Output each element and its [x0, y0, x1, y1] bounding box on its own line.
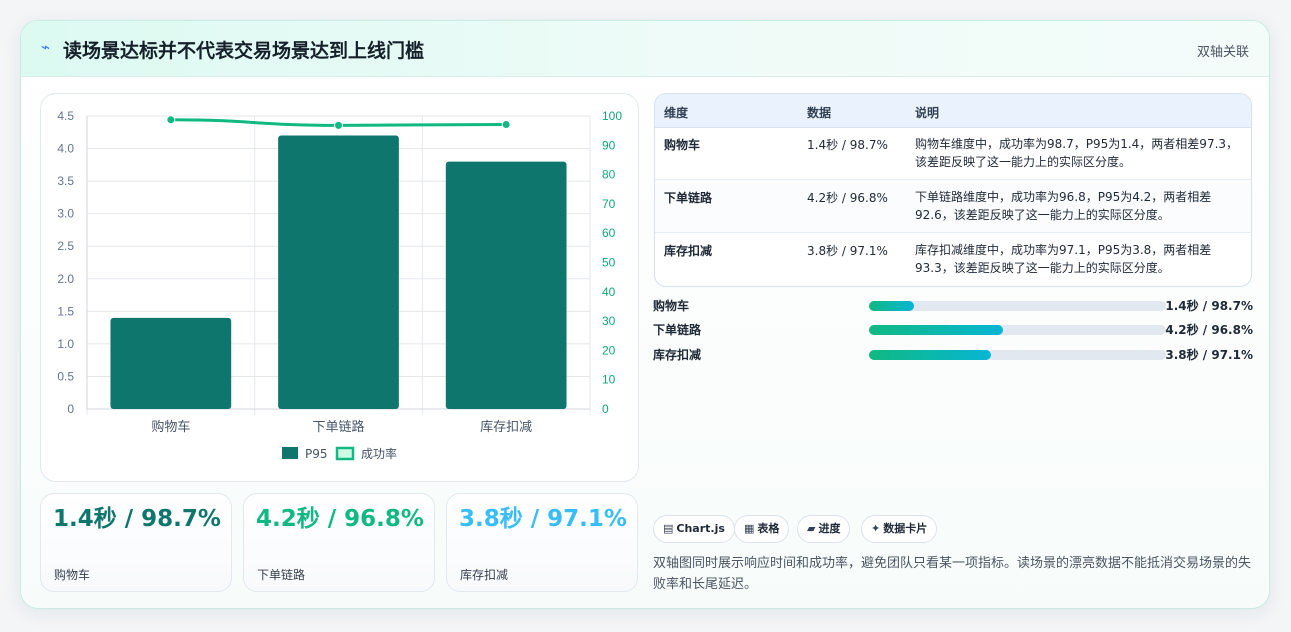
x-tick-label: 库存扣减 — [480, 419, 532, 435]
progress-label: 库存扣减 — [653, 348, 702, 362]
table-row: 库存扣减 3.8秒 / 97.1% 库存扣减维度中，成功率为97.1，P95为3… — [655, 233, 1251, 286]
y-tick-right: 20 — [602, 343, 616, 357]
chip-label: 进度 — [818, 522, 841, 535]
progress-track — [869, 301, 1166, 311]
cell-dimension: 库存扣减 — [664, 244, 713, 258]
kpi-label: 下单链路 — [257, 568, 306, 582]
lightning-icon: ⌁ — [41, 38, 51, 56]
progress-fill — [869, 325, 1003, 335]
line-point — [501, 119, 511, 129]
y-tick-right: 90 — [602, 138, 616, 152]
table-header: 维度 数据 说明 — [655, 94, 1251, 128]
y-tick-right: 80 — [602, 168, 616, 182]
chip-label: 表格 — [757, 522, 780, 535]
cell-description: 下单链路维度中，成功率为96.8，P95为4.2，两者相差92.6，该差距反映了… — [915, 190, 1212, 222]
y-tick-left: 0 — [67, 402, 74, 416]
data-table: 维度 数据 说明 购物车 1.4秒 / 98.7% 购物车维度中，成功率为98.… — [654, 93, 1252, 287]
progress-row: 下单链路 4.2秒 / 96.8% — [653, 321, 1253, 339]
kpi-card: 1.4秒 / 98.7% 购物车 — [40, 493, 232, 592]
x-tick-label: 购物车 — [151, 419, 190, 435]
y-tick-left: 3.0 — [57, 207, 74, 221]
y-tick-left: 1.0 — [57, 337, 74, 351]
chart-icon: ▤ — [663, 522, 674, 535]
kpi-label: 库存扣减 — [460, 568, 509, 582]
progress-icon: ▰ — [807, 522, 816, 535]
cell-data: 4.2秒 / 96.8% — [807, 191, 888, 205]
cell-data: 3.8秒 / 97.1% — [807, 244, 888, 258]
page-title: 读场景达标并不代表交易场景达到上线门槛 — [63, 40, 425, 62]
y-tick-left: 3.5 — [57, 174, 74, 188]
table-icon: ▦ — [744, 522, 755, 535]
progress-label: 下单链路 — [653, 323, 702, 337]
y-tick-right: 40 — [602, 285, 616, 299]
chip-label: 数据卡片 — [883, 522, 928, 535]
y-tick-left: 4.5 — [57, 109, 74, 123]
y-tick-left: 1.5 — [57, 304, 74, 318]
legend-swatch-bar — [282, 447, 298, 459]
kpi-card: 4.2秒 / 96.8% 下单链路 — [243, 493, 435, 592]
column-header: 说明 — [915, 106, 940, 120]
y-tick-left: 2.5 — [57, 239, 74, 253]
bar — [445, 161, 567, 409]
progress-value: 4.2秒 / 96.8% — [1165, 323, 1253, 337]
progress-row: 库存扣减 3.8秒 / 97.1% — [653, 346, 1253, 364]
dashboard-card: ⌁ 读场景达标并不代表交易场景达到上线门槛 双轴关联 0 0.5 1.0 1.5 2.0… — [20, 20, 1270, 609]
bar — [110, 317, 232, 409]
card-header: ⌁ 读场景达标并不代表交易场景达到上线门槛 双轴关联 — [21, 21, 1269, 77]
cell-dimension: 购物车 — [664, 138, 701, 152]
progress-fill — [869, 301, 914, 311]
line-point — [334, 120, 343, 130]
column-header: 数据 — [807, 106, 832, 120]
y-tick-right: 10 — [602, 373, 616, 387]
kpi-value: 3.8秒 / 97.1% — [459, 506, 627, 532]
kpi-card: 3.8秒 / 97.1% 库存扣减 — [446, 493, 638, 592]
x-tick-label: 下单链路 — [312, 419, 364, 435]
chip-label: Chart.js — [676, 522, 725, 535]
table-row: 下单链路 4.2秒 / 96.8% 下单链路维度中，成功率为96.8，P95为4… — [655, 180, 1251, 233]
chip-chartjs[interactable]: ▤ Chart.js — [653, 515, 735, 543]
chip-table[interactable]: ▦ 表格 — [734, 515, 790, 543]
y-tick-left: 0.5 — [57, 369, 74, 383]
progress-track — [869, 325, 1166, 335]
chart-svg: 0 0.5 1.0 1.5 2.0 2.5 3.0 3.5 4.0 4.5 0 10 20 30 40 50 6… — [57, 109, 622, 461]
y-tick-right: 70 — [602, 197, 616, 211]
footnote: 双轴图同时展示响应时间和成功率，避免团队只看某一项指标。读场景的漂亮数据不能抵消… — [653, 556, 1252, 592]
cell-data: 1.4秒 / 98.7% — [807, 138, 888, 152]
kpi-label: 购物车 — [54, 568, 91, 582]
table-row: 购物车 1.4秒 / 98.7% 购物车维度中，成功率为98.7，P95为1.4… — [655, 127, 1251, 180]
cell-description: 购物车维度中，成功率为98.7，P95为1.4，两者相差97.3，该差距反映了这… — [915, 137, 1239, 169]
y-tick-left: 2.0 — [57, 272, 74, 286]
legend-label: P95 — [305, 447, 328, 461]
progress-row: 购物车 1.4秒 / 98.7% — [653, 297, 1253, 315]
kpi-value: 4.2秒 / 96.8% — [256, 506, 424, 532]
progress-value: 3.8秒 / 97.1% — [1165, 348, 1253, 362]
line-point — [166, 115, 176, 125]
y-tick-right: 0 — [602, 402, 609, 416]
progress-value: 1.4秒 / 98.7% — [1165, 299, 1253, 313]
dual-axis-chart: 0 0.5 1.0 1.5 2.0 2.5 3.0 3.5 4.0 4.5 0 10 20 30 40 50 6… — [40, 93, 639, 482]
column-header: 维度 — [664, 106, 689, 120]
y-tick-left: 4.0 — [57, 142, 74, 156]
bar — [278, 135, 399, 409]
y-tick-right: 60 — [602, 226, 616, 240]
sparkle-icon: ✦ — [871, 522, 881, 535]
y-tick-right: 30 — [602, 314, 616, 328]
cell-dimension: 下单链路 — [664, 191, 713, 205]
legend-label: 成功率 — [361, 446, 397, 461]
progress-label: 购物车 — [653, 299, 690, 313]
progress-fill — [869, 350, 991, 360]
chip-data-cards[interactable]: ✦ 数据卡片 — [861, 515, 938, 543]
progress-track — [869, 350, 1166, 360]
kpi-value: 1.4秒 / 98.7% — [53, 506, 221, 532]
legend-swatch-line — [335, 446, 355, 461]
cell-description: 库存扣减维度中，成功率为97.1，P95为3.8，两者相差93.3，该差距反映了… — [915, 243, 1212, 275]
y-tick-right: 100 — [602, 109, 622, 123]
y-tick-right: 50 — [602, 256, 616, 270]
chip-progress[interactable]: ▰ 进度 — [797, 515, 851, 543]
header-tag: 双轴关联 — [1196, 45, 1249, 60]
